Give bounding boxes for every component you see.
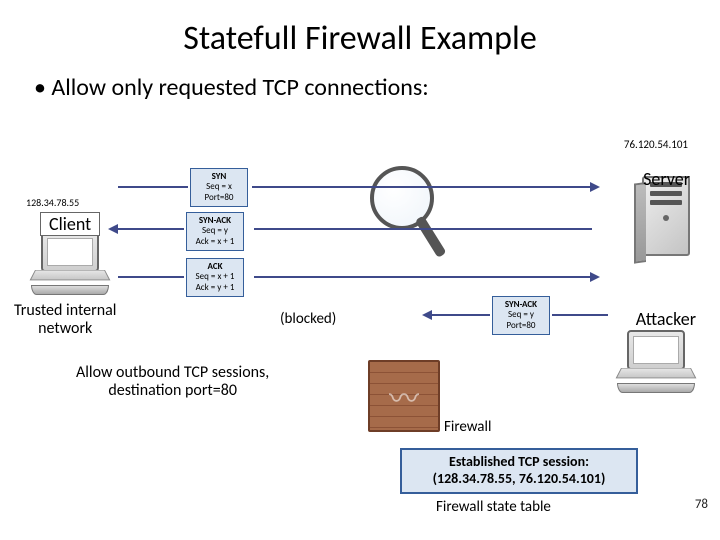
attacker-laptop-icon — [614, 330, 698, 398]
pkt-atk-l2: Seq = y — [508, 309, 534, 320]
arrow-synack-head — [108, 224, 118, 234]
server-ip: 76.120.54.101 — [624, 138, 688, 151]
trusted-network-label: Trusted internal network — [14, 302, 116, 337]
arrow-ack-left — [118, 276, 184, 278]
packet-attacker-synack: SYN-ACK Seq = y Port=80 — [492, 296, 550, 335]
arrow-syn-right — [252, 186, 592, 188]
packet-syn: SYN Seq = x Port=80 — [190, 168, 248, 207]
page-number: 78 — [695, 497, 708, 512]
blocked-label: (blocked) — [280, 310, 336, 328]
pkt-syn-l3: Port=80 — [205, 192, 234, 203]
pkt-ack-l2: Seq = x + 1 — [196, 271, 235, 282]
estab-l1: Established TCP session: — [449, 453, 589, 470]
allow-l1: Allow outbound TCP sessions, — [76, 363, 269, 382]
firewall-icon: 〰 — [368, 360, 440, 432]
slide-title: Statefull Firewall Example — [0, 0, 720, 59]
estab-l2: (128.34.78.55, 76.120.54.101) — [433, 470, 606, 487]
allow-l2: destination port=80 — [108, 381, 237, 400]
pkt-ack-l1: ACK — [207, 261, 222, 272]
pkt-ack-l3: Ack = y + 1 — [196, 282, 235, 293]
server-label: Server — [643, 168, 690, 190]
established-session-box: Established TCP session: (128.34.78.55, … — [400, 448, 638, 494]
pkt-syn-l2: Seq = x — [206, 181, 232, 192]
packet-synack: SYN-ACK Seq = y Ack = x + 1 — [186, 212, 244, 251]
state-table-label: Firewall state table — [436, 498, 551, 516]
arrow-atk-left — [432, 314, 490, 316]
pkt-synack-l2: Seq = y — [202, 225, 228, 236]
arrow-syn-left — [118, 186, 188, 188]
client-ip: 128.34.78.55 — [26, 196, 79, 209]
bullet-allow: Allow only requested TCP connections: — [0, 59, 720, 102]
client-laptop-icon — [28, 232, 112, 300]
pkt-syn-l1: SYN — [212, 171, 227, 182]
attacker-label: Attacker — [636, 308, 696, 330]
pkt-atk-l1: SYN-ACK — [505, 299, 537, 310]
packet-ack: ACK Seq = x + 1 Ack = y + 1 — [186, 258, 244, 297]
client-label: Client — [40, 212, 100, 236]
arrow-atk-head — [422, 310, 432, 320]
arrow-ack-head — [590, 272, 600, 282]
pkt-synack-l3: Ack = x + 1 — [196, 236, 235, 247]
firewall-label: Firewall — [444, 418, 491, 436]
arrow-atk-right — [552, 314, 608, 316]
arrow-synack-right — [254, 228, 592, 230]
trusted-line2: network — [38, 319, 92, 338]
magnifier-icon — [370, 166, 440, 276]
pkt-atk-l3: Port=80 — [507, 320, 536, 331]
pkt-synack-l1: SYN-ACK — [199, 215, 231, 226]
arrow-synack-left — [118, 228, 184, 230]
arrow-ack-right — [254, 276, 592, 278]
allow-rule: Allow outbound TCP sessions, destination… — [76, 364, 269, 401]
trusted-line1: Trusted internal — [14, 301, 116, 320]
arrow-syn-head — [590, 182, 600, 192]
